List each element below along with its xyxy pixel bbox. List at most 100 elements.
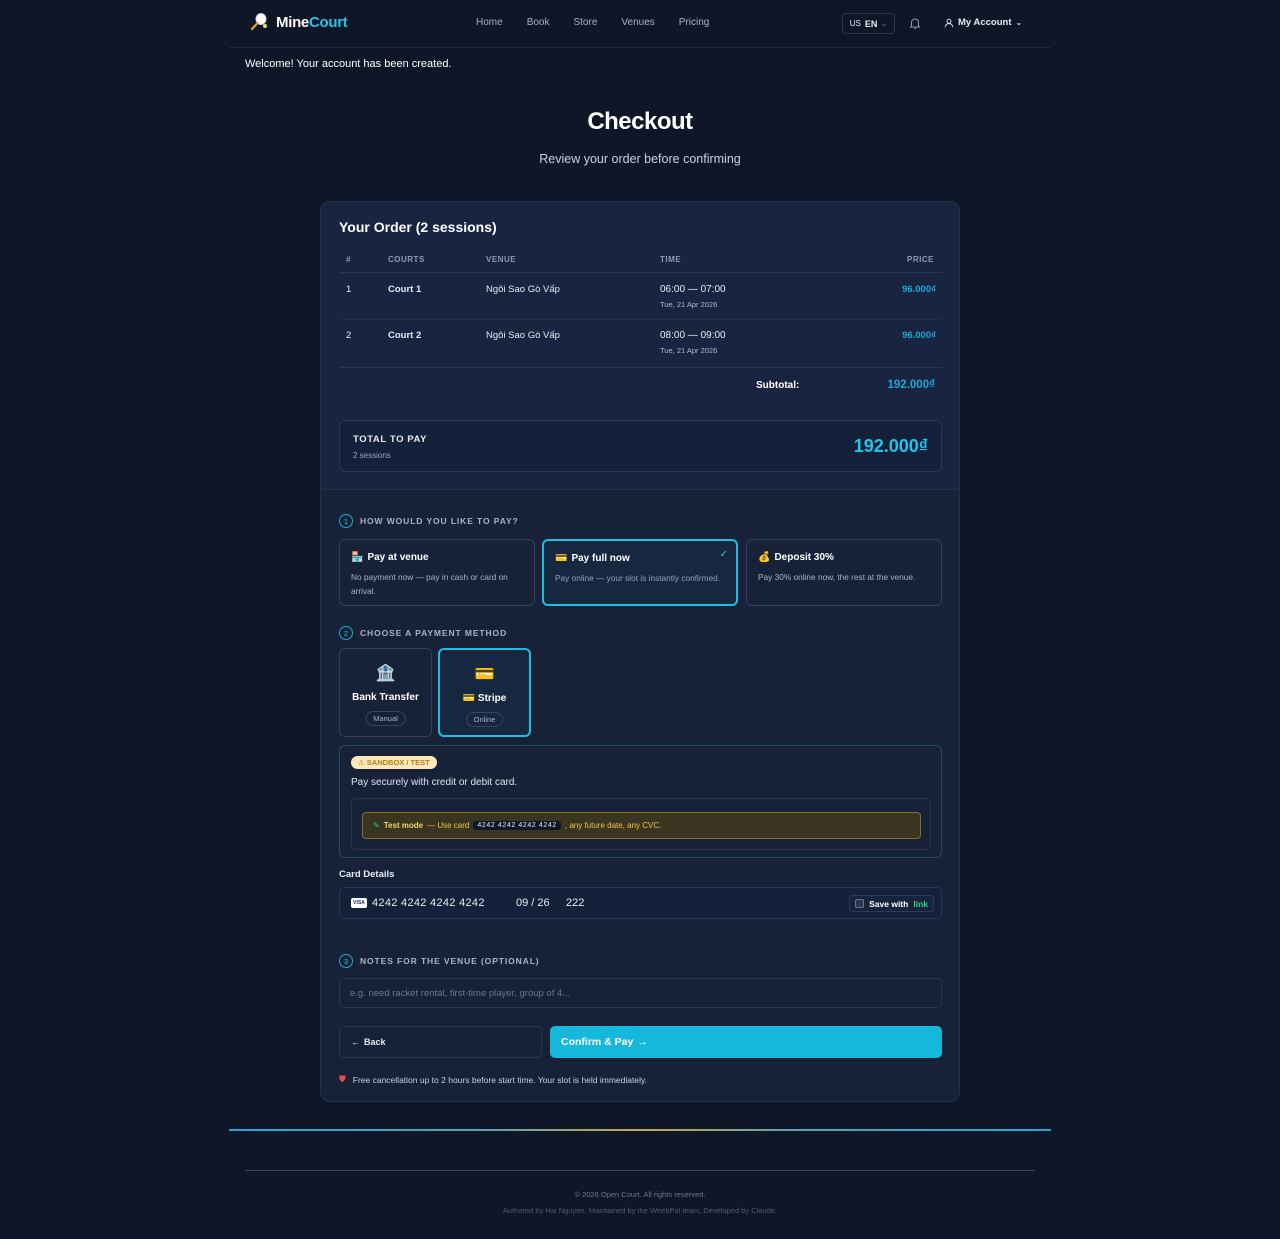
subtotal-label: Subtotal:: [756, 380, 800, 391]
pay-option-title: 🏪 Pay at venue: [351, 552, 429, 563]
test-mode-post: , any future date, any CVC.: [564, 821, 662, 830]
confirm-pay-button[interactable]: Confirm & Pay →: [550, 1026, 942, 1058]
row-court: Court 2: [388, 330, 422, 341]
credit-card-icon: 💳: [474, 666, 495, 683]
test-mode-banner: ✎ Test mode — Use card 4242 4242 4242 42…: [362, 812, 921, 839]
brand-name: MineCourt: [276, 14, 348, 31]
row-time: 08:00 — 09:00: [660, 330, 726, 341]
order-title: Your Order (2 sessions): [339, 219, 497, 235]
account-menu[interactable]: My Account ⌄: [944, 17, 1022, 28]
card-details-label: Card Details: [339, 869, 395, 880]
pay-option-venue[interactable]: 🏪 Pay at venue No payment now — pay in ca…: [339, 539, 535, 606]
nav-link-pricing[interactable]: Pricing: [679, 17, 710, 28]
step-pay-option-header: 1 HOW WOULD YOU LIKE TO PAY?: [339, 514, 519, 528]
total-to-pay: TOTAL TO PAY 2 sessions 192.000₫: [339, 420, 942, 472]
card-expiry-input[interactable]: 09 / 26: [516, 897, 550, 909]
column-header-courts: COURTS: [388, 255, 425, 264]
test-mode-label: Test mode: [383, 821, 424, 830]
arrow-right-icon: →: [637, 1036, 648, 1048]
pay-option-full[interactable]: 💳 Pay full now Pay online — your slot is …: [542, 539, 738, 606]
bell-icon[interactable]: [908, 16, 922, 30]
cancellation-text: Free cancellation up to 2 hours before s…: [352, 1074, 647, 1085]
card-details-field[interactable]: VISA 4242 4242 4242 4242 09 / 26 222 Sav…: [339, 887, 942, 919]
method-badge: Online: [465, 712, 504, 727]
save-with-link-toggle[interactable]: Save with link: [849, 895, 934, 912]
secure-text: Pay securely with credit or debit card.: [351, 777, 518, 788]
money-bag-icon: 💰: [758, 552, 771, 563]
row-number: 1: [346, 284, 352, 295]
pay-option-description: Pay online — your slot is instantly conf…: [555, 573, 721, 583]
nav-link-venues[interactable]: Venues: [621, 17, 654, 28]
flash-message: Welcome! Your account has been created.: [245, 58, 452, 70]
pay-option-title: 💳 Pay full now: [555, 553, 630, 564]
method-bank-transfer[interactable]: 🏦 Bank Transfer Manual: [339, 648, 432, 737]
method-label: Bank Transfer: [352, 692, 419, 703]
confirm-label: Confirm & Pay: [561, 1036, 634, 1048]
back-button[interactable]: ← Back: [339, 1026, 542, 1058]
total-label: TOTAL TO PAY: [353, 434, 428, 445]
language-selector[interactable]: US EN ⌄: [842, 13, 895, 34]
store-icon: 🏪: [351, 552, 364, 563]
card-number-input[interactable]: 4242 4242 4242 4242: [372, 897, 485, 909]
row-venue: Ngôi Sao Gò Vấp: [486, 330, 560, 341]
nav-links: Home Book Store Venues Pricing: [476, 17, 709, 28]
nav-link-store[interactable]: Store: [573, 17, 597, 28]
pay-option-label: Pay full now: [571, 553, 630, 564]
pay-option-description: No payment now — pay in cash or card on …: [351, 572, 508, 596]
step-title: HOW WOULD YOU LIKE TO PAY?: [360, 516, 519, 526]
notes-input[interactable]: [339, 978, 942, 1008]
chevron-down-icon: ⌄: [881, 20, 888, 28]
row-date: Tue, 21 Apr 2026: [660, 346, 718, 355]
chevron-down-icon: ⌄: [1015, 18, 1023, 27]
shield-icon: ⛊: [339, 1074, 346, 1084]
pay-option-deposit[interactable]: 💰 Deposit 30% Pay 30% online now, the res…: [746, 539, 942, 606]
footer-accent-line: [229, 1129, 1051, 1131]
step-title: NOTES FOR THE VENUE (OPTIONAL): [360, 956, 540, 966]
user-icon: [944, 18, 954, 27]
brand-logo[interactable]: MineCourt: [249, 12, 348, 32]
step-number: 2: [339, 626, 353, 640]
row-price: 96.000₫: [902, 284, 936, 295]
table-row: 2 Court 2 Ngôi Sao Gò Vấp 08:00 — 09:00 …: [339, 319, 942, 365]
racket-icon: [250, 13, 267, 31]
page-subtitle: Review your order before confirming: [539, 152, 741, 166]
method-badge: Manual: [365, 711, 406, 726]
card-cvc-input[interactable]: 222: [566, 897, 584, 909]
pencil-icon: ✎: [373, 821, 380, 830]
step-notes-header: 3 NOTES FOR THE VENUE (OPTIONAL): [339, 954, 540, 968]
bank-icon: 🏦: [375, 665, 396, 682]
nav-link-book[interactable]: Book: [527, 17, 550, 28]
column-header-num: #: [346, 255, 351, 264]
method-stripe[interactable]: 💳 💳 Stripe Online: [438, 648, 531, 737]
test-card-number: 4242 4242 4242 4242: [473, 821, 561, 830]
nav-link-home[interactable]: Home: [476, 17, 503, 28]
total-sessions: 2 sessions: [353, 451, 391, 460]
pay-option-description: Pay 30% online now, the rest at the venu…: [758, 572, 916, 582]
arrow-left-icon: ←: [351, 1037, 360, 1047]
row-venue: Ngôi Sao Gò Vấp: [486, 284, 560, 295]
footer-copyright: © 2026 Open Court. All rights reserved.: [574, 1190, 706, 1199]
method-label: 💳 Stripe: [462, 693, 507, 704]
save-with-label: Save with: [869, 898, 909, 909]
check-icon: ✓: [719, 549, 728, 560]
link-logo: link: [913, 898, 928, 909]
pay-option-title: 💰 Deposit 30%: [758, 552, 834, 563]
back-label: Back: [364, 1037, 386, 1047]
row-price: 96.000₫: [902, 330, 936, 341]
subtotal-value: 192.000₫: [887, 379, 935, 391]
navbar: MineCourt Home Book Store Venues Pricing…: [229, 0, 1051, 48]
test-mode-wrapper: ✎ Test mode — Use card 4242 4242 4242 42…: [351, 798, 931, 850]
stripe-panel: ⚠ SANDBOX / TEST Pay securely with credi…: [339, 745, 942, 858]
step-payment-method-header: 2 CHOOSE A PAYMENT METHOD: [339, 626, 507, 640]
column-header-venue: VENUE: [486, 255, 517, 264]
row-court: Court 1: [388, 284, 422, 295]
row-date: Tue, 21 Apr 2026: [660, 300, 718, 309]
divider: [339, 367, 942, 368]
checkbox[interactable]: [855, 899, 865, 908]
account-label: My Account: [958, 17, 1012, 28]
checkout-card: Your Order (2 sessions) # COURTS VENUE T…: [320, 201, 960, 1102]
total-value: 192.000₫: [853, 436, 928, 456]
row-number: 2: [346, 330, 352, 341]
sandbox-badge: ⚠ SANDBOX / TEST: [351, 756, 437, 769]
column-header-price: PRICE: [907, 255, 934, 264]
